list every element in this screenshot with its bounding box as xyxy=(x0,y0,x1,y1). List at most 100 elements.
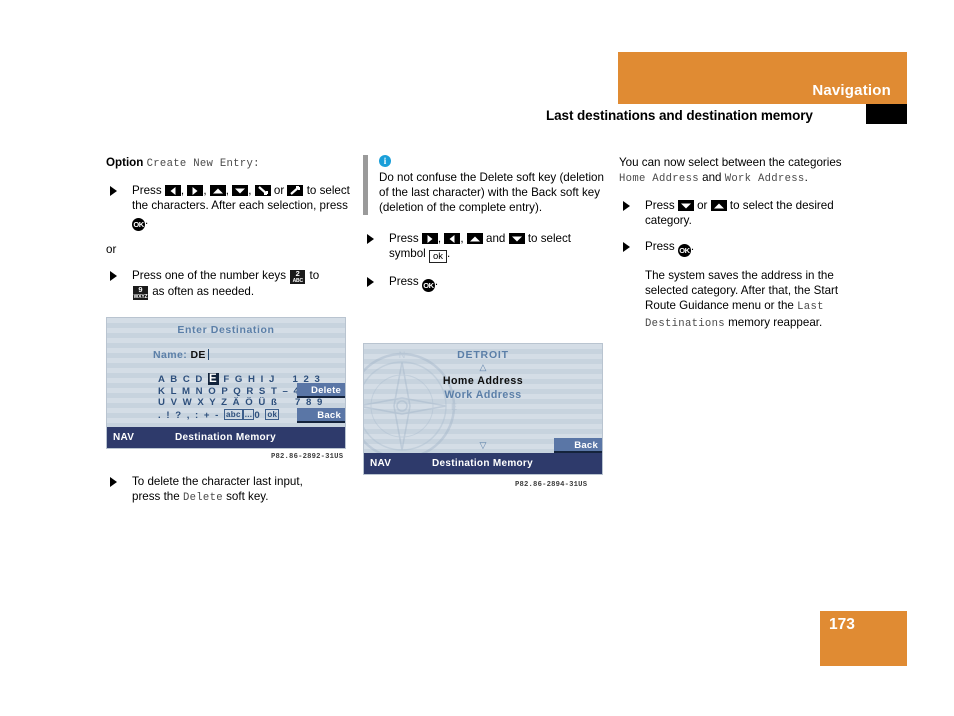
figure-destination-categories: N S W E DETROIT △ Home Address Work Addr… xyxy=(363,343,603,489)
navbar-nav-label: NAV xyxy=(113,432,135,443)
home-address-term: Home Address xyxy=(619,173,699,185)
char-row-3[interactable]: U V W X Y Z Ä Ö Ü ß 7 8 9 xyxy=(158,397,324,408)
bullet-triangle-icon xyxy=(110,271,117,281)
bullet-press-ok: Press OK. xyxy=(619,239,865,257)
sentence-period: . xyxy=(434,275,439,288)
char-selected-E[interactable]: E xyxy=(208,373,220,385)
bullet-triangle-icon xyxy=(623,201,630,211)
screen-navbar: NAV Destination Memory xyxy=(107,427,345,448)
abc-mode-box[interactable]: abc xyxy=(224,408,243,420)
bullet-triangle-icon xyxy=(623,242,630,252)
info-icon: i xyxy=(379,155,391,167)
number-key-letters: ABC xyxy=(292,278,303,284)
bullet-select-symbol: Press , , and to select symbol ok. xyxy=(363,231,609,263)
categories-and: and xyxy=(702,171,722,184)
press-label: Press xyxy=(389,275,419,288)
nav-screen-enter-destination: Enter Destination Name: DE A B C D E F G… xyxy=(106,317,346,449)
delete-pre: press the xyxy=(132,490,180,503)
page-number: 173 xyxy=(829,616,855,633)
categories-paragraph: You can now select between the categorie… xyxy=(619,155,865,187)
list-item-home-address[interactable]: Home Address xyxy=(364,375,602,387)
press-label: Press xyxy=(645,199,675,212)
name-field[interactable]: Name: DE xyxy=(153,349,209,361)
option-label: Option xyxy=(106,156,144,169)
list-item-work-address[interactable]: Work Address xyxy=(364,389,602,401)
keys-or-label: or xyxy=(273,184,285,197)
arrow-right-key xyxy=(187,185,204,196)
figure-enter-destination: Enter Destination Name: DE A B C D E F G… xyxy=(106,317,346,461)
sentence-period: . xyxy=(690,240,695,253)
softkey-back[interactable]: Back xyxy=(554,438,602,453)
ok-key-icon: OK xyxy=(677,244,691,257)
bullet-press-ok: Press OK. xyxy=(363,274,609,292)
nav-screen-detroit: N S W E DETROIT △ Home Address Work Addr… xyxy=(363,343,603,475)
arrow-up-key xyxy=(710,200,727,211)
delete-tail: soft key. xyxy=(226,490,269,503)
screen-title: Enter Destination xyxy=(177,324,275,336)
char-zero[interactable]: 0 xyxy=(254,410,261,421)
header-subtitle: Last destinations and destination memory xyxy=(546,108,813,123)
ok-key-icon: OK xyxy=(132,218,145,231)
bullet-press-arrows: Press , , , , or to select the character… xyxy=(106,183,352,231)
column-right: You can now select between the categorie… xyxy=(619,155,865,343)
note-text: Do not confuse the Delete soft key (dele… xyxy=(379,171,604,214)
ok-key-icon: OK xyxy=(421,279,435,292)
text-caret xyxy=(207,349,209,360)
figure1-caption: P82.86-2892-31US xyxy=(271,453,344,461)
number-key-2-icon: 2 ABC xyxy=(290,269,306,284)
bullet-triangle-icon xyxy=(367,234,374,244)
arrow-up-key xyxy=(209,185,226,196)
number-key-letters: WXYZ xyxy=(133,294,148,300)
char-row-4-prefix[interactable]: . ! ? , : + - xyxy=(158,410,220,421)
scroll-up-indicator-icon: △ xyxy=(479,362,487,372)
navbar-title: Destination Memory xyxy=(432,458,533,469)
delete-line1: To delete the character last input, xyxy=(132,475,303,488)
page-number-block: 173 xyxy=(820,611,907,666)
press-number-pre: Press one of the number keys xyxy=(132,269,287,282)
navbar-nav-label: NAV xyxy=(370,458,392,469)
bullet-triangle-icon xyxy=(110,186,117,196)
name-value: DE xyxy=(190,349,206,361)
note-side-bar xyxy=(363,155,368,215)
number-key-digit: 2 xyxy=(295,269,300,278)
keys-or-label: or xyxy=(697,199,708,212)
arrow-left-key xyxy=(444,233,461,244)
page-title: Navigation xyxy=(812,82,891,99)
navbar-title: Destination Memory xyxy=(175,432,276,443)
bullet-select-category: Press or to select the desired category. xyxy=(619,198,865,228)
screen-title-detroit: DETROIT xyxy=(457,349,509,361)
press-number-tail: as often as needed. xyxy=(152,285,255,298)
char-row-1-pre: A B C D xyxy=(158,374,209,385)
system-saves-text-c: memory reappear. xyxy=(728,316,823,329)
manual-page: Navigation Last destinations and destina… xyxy=(0,0,954,716)
number-key-digit: 9 xyxy=(138,285,143,294)
keys-and-label: and xyxy=(486,232,506,245)
screen-navbar: NAV Destination Memory xyxy=(364,453,602,474)
arrow-down-key xyxy=(232,185,249,196)
bullet-triangle-icon xyxy=(110,477,117,487)
column-middle: i Do not confuse the Delete soft key (de… xyxy=(363,155,609,303)
symbols-mode-box[interactable]: ... xyxy=(242,408,255,420)
categories-period: . xyxy=(804,171,808,184)
softkey-delete[interactable]: Delete xyxy=(297,383,345,398)
figure2-caption: P82.86-2894-31US xyxy=(515,481,588,489)
or-separator: or xyxy=(106,243,117,256)
system-saves-paragraph: The system saves the address in the sele… xyxy=(619,268,865,332)
softkey-back[interactable]: Back xyxy=(297,408,345,423)
press-label: Press xyxy=(132,184,162,197)
bullet-press-number-keys: Press one of the number keys 2 ABC to 9 … xyxy=(106,268,352,300)
press-label: Press xyxy=(645,240,675,253)
number-key-9-icon: 9 WXYZ xyxy=(133,286,148,300)
bullet-delete-character: To delete the character last input, pres… xyxy=(106,474,352,506)
option-value: Create New Entry: xyxy=(146,158,260,170)
info-note: i Do not confuse the Delete soft key (de… xyxy=(363,155,609,215)
work-address-term: Work Address xyxy=(724,173,805,185)
arrow-up-key xyxy=(466,233,483,244)
arrow-left-key xyxy=(164,185,181,196)
header-black-marker xyxy=(866,104,907,124)
option-line: Option Create New Entry: xyxy=(106,155,352,172)
ok-symbol-box[interactable]: ok xyxy=(265,408,280,420)
delete-softkey-name: Delete xyxy=(182,492,223,504)
ok-symbol-box: ok xyxy=(428,250,448,263)
sentence-period: . xyxy=(145,214,149,227)
